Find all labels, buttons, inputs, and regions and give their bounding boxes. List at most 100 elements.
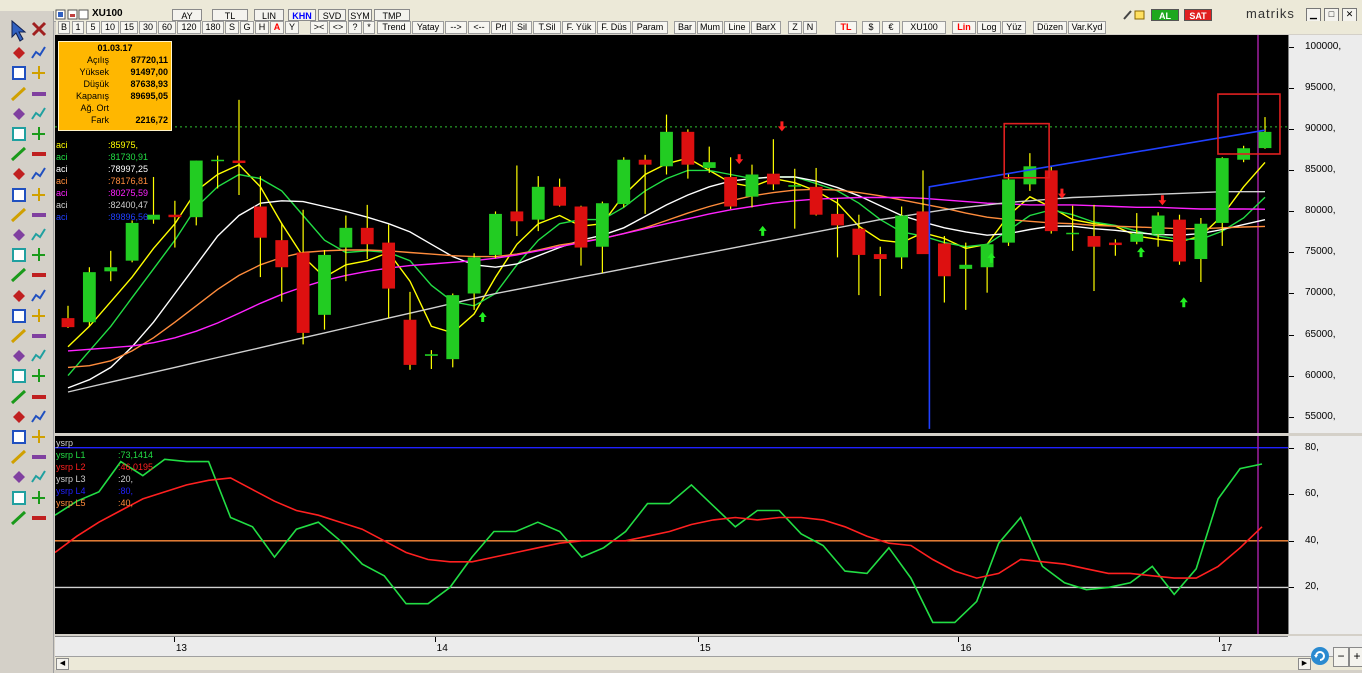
toolbar-button-12[interactable]: A [270, 21, 284, 34]
indicator-axis[interactable]: 80, 60, 40, 20, [1288, 436, 1362, 634]
title-button-svd[interactable]: SVD [318, 9, 346, 21]
scroll-right-button[interactable]: ▶ [1298, 658, 1311, 670]
draw-tool-19-1-icon[interactable] [30, 408, 50, 428]
toolbar-button-36[interactable]: € [882, 21, 900, 34]
draw-tool-6-0-icon[interactable] [10, 145, 30, 165]
toolbar-button-41[interactable]: Düzen [1033, 21, 1067, 34]
draw-tools-icon[interactable] [1121, 8, 1147, 21]
draw-tool-22-1-icon[interactable] [30, 468, 50, 488]
toolbar-button-11[interactable]: H [255, 21, 269, 34]
draw-tool-4-0-icon[interactable] [10, 105, 30, 125]
draw-tool-13-1-icon[interactable] [30, 287, 50, 307]
toolbar-button-29[interactable]: Mum [697, 21, 723, 34]
toolbar-button-14[interactable]: >< [310, 21, 328, 34]
toolbar-button-42[interactable]: Var.Kyd [1068, 21, 1106, 34]
draw-tool-16-1-icon[interactable] [30, 347, 50, 367]
draw-tool-6-1-icon[interactable] [30, 145, 50, 165]
toolbar-button-0[interactable]: B [58, 21, 70, 34]
draw-tool-4-1-icon[interactable] [30, 105, 50, 125]
toolbar-button-25[interactable]: F. Yük [562, 21, 596, 34]
draw-tool-21-0-icon[interactable] [10, 448, 30, 468]
toolbar-button-28[interactable]: Bar [674, 21, 696, 34]
draw-tool-22-0-icon[interactable] [10, 468, 30, 488]
draw-tool-10-1-icon[interactable] [30, 226, 50, 246]
draw-tool-15-0-icon[interactable] [10, 327, 30, 347]
draw-tool-23-0-icon[interactable] [10, 489, 30, 509]
toolbar-button-3[interactable]: 10 [101, 21, 119, 34]
toolbar-button-13[interactable]: Y [285, 21, 299, 34]
draw-tool-3-0-icon[interactable] [10, 85, 30, 105]
draw-tool-17-0-icon[interactable] [10, 367, 30, 387]
draw-tool-20-1-icon[interactable] [30, 428, 50, 448]
scroll-left-button[interactable]: ◀ [56, 658, 69, 670]
toolbar-button-31[interactable]: BarX [751, 21, 781, 34]
toolbar-button-2[interactable]: 5 [86, 21, 100, 34]
draw-tool-15-1-icon[interactable] [30, 327, 50, 347]
draw-tool-2-1-icon[interactable] [30, 64, 50, 84]
toolbar-button-7[interactable]: 120 [177, 21, 201, 34]
draw-tool-5-0-icon[interactable] [10, 125, 30, 145]
draw-tool-8-1-icon[interactable] [30, 186, 50, 206]
toolbar-button-35[interactable]: $ [862, 21, 880, 34]
toolbar-button-34[interactable]: TL [835, 21, 857, 34]
zoom-out-button[interactable]: − [1333, 647, 1349, 667]
toolbar-button-15[interactable]: <> [329, 21, 347, 34]
toolbar-button-10[interactable]: G [240, 21, 254, 34]
toolbar-button-9[interactable]: S [225, 21, 239, 34]
trade-button-sat[interactable]: SAT [1184, 9, 1212, 21]
toolbar-button-21[interactable]: <-- [468, 21, 490, 34]
refresh-button[interactable] [1311, 647, 1329, 665]
minimize-button[interactable]: ▁ [1306, 8, 1321, 22]
toolbar-button-26[interactable]: F. Düs [597, 21, 631, 34]
toolbar-button-40[interactable]: Yüz [1002, 21, 1026, 34]
toolbar-button-4[interactable]: 15 [120, 21, 138, 34]
trade-button-al[interactable]: AL [1151, 9, 1179, 21]
draw-tool-16-0-icon[interactable] [10, 347, 30, 367]
draw-tool-24-0-icon[interactable] [10, 509, 30, 529]
title-button-tmp[interactable]: TMP [374, 9, 410, 21]
draw-tool-21-1-icon[interactable] [30, 448, 50, 468]
draw-tool-19-0-icon[interactable] [10, 408, 30, 428]
toolbar-button-37[interactable]: XU100 [902, 21, 946, 34]
draw-tool-9-0-icon[interactable] [10, 206, 30, 226]
toolbar-button-38[interactable]: Lin [952, 21, 976, 34]
draw-tool-1-0-icon[interactable] [10, 44, 30, 64]
toolbar-button-33[interactable]: N [803, 21, 817, 34]
title-button-sym[interactable]: SYM [348, 9, 372, 21]
symbol-icon-group[interactable] [55, 9, 89, 21]
title-button-khn[interactable]: KHN [288, 9, 316, 21]
draw-tool-11-1-icon[interactable] [30, 246, 50, 266]
toolbar-button-17[interactable]: * [363, 21, 375, 34]
draw-tool-12-0-icon[interactable] [10, 266, 30, 286]
toolbar-button-19[interactable]: Yatay [412, 21, 444, 34]
toolbar-button-1[interactable]: 1 [72, 21, 84, 34]
price-axis[interactable]: 100000, 95000, 90000, 85000, 80000, 75000, 700… [1288, 35, 1362, 433]
toolbar-button-22[interactable]: Prl [491, 21, 511, 34]
title-button-ay[interactable]: AY [172, 9, 202, 21]
draw-tool-12-1-icon[interactable] [30, 266, 50, 286]
draw-tool-7-1-icon[interactable] [30, 165, 50, 185]
toolbar-button-18[interactable]: Trend [377, 21, 411, 34]
draw-tool-1-1-icon[interactable] [30, 44, 50, 64]
draw-tool-11-0-icon[interactable] [10, 246, 30, 266]
draw-tool-13-0-icon[interactable] [10, 287, 30, 307]
toolbar-button-39[interactable]: Log [977, 21, 1001, 34]
toolbar-button-16[interactable]: ? [348, 21, 362, 34]
draw-tool-18-1-icon[interactable] [30, 388, 50, 408]
title-button-tl[interactable]: TL [212, 9, 248, 21]
horizontal-scrollbar[interactable]: ◀ ▶ − + [55, 647, 1362, 670]
draw-tool-8-0-icon[interactable] [10, 186, 30, 206]
draw-tool-10-0-icon[interactable] [10, 226, 30, 246]
toolbar-button-6[interactable]: 60 [158, 21, 176, 34]
draw-tool-14-0-icon[interactable] [10, 307, 30, 327]
toolbar-button-27[interactable]: Param [632, 21, 668, 34]
indicator-pane[interactable] [54, 436, 1288, 634]
draw-tool-7-0-icon[interactable] [10, 165, 30, 185]
maximize-button[interactable]: □ [1324, 8, 1339, 22]
draw-tool-23-1-icon[interactable] [30, 489, 50, 509]
toolbar-button-8[interactable]: 180 [202, 21, 224, 34]
price-chart-pane[interactable] [55, 35, 1288, 433]
zoom-in-button[interactable]: + [1349, 647, 1362, 667]
toolbar-button-30[interactable]: Line [724, 21, 750, 34]
draw-tool-9-1-icon[interactable] [30, 206, 50, 226]
